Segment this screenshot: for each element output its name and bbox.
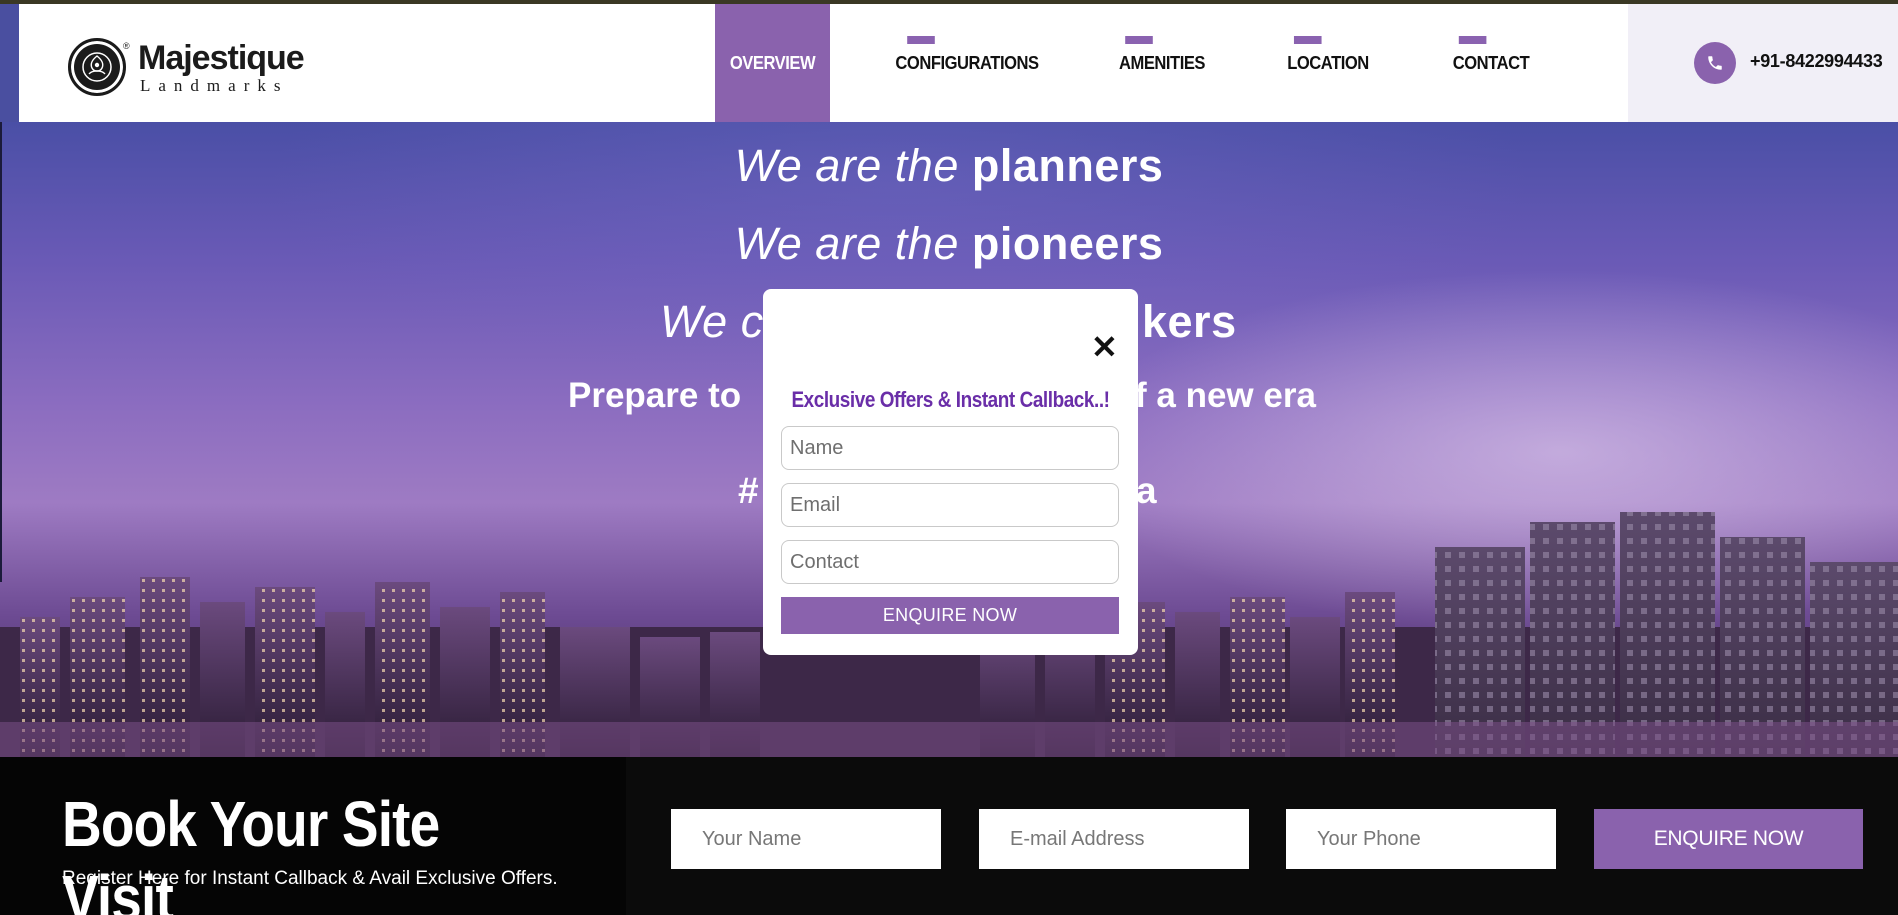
hero-line-3-right: kers bbox=[1142, 296, 1237, 347]
nav-indicator bbox=[1293, 36, 1322, 44]
enquiry-modal: ✕ Exclusive Offers & Instant Callback..!… bbox=[763, 289, 1138, 655]
brand-name: Majestique bbox=[138, 38, 305, 77]
phone-contact[interactable]: +91-8422994433 bbox=[1628, 4, 1898, 122]
site-visit-heading-area: Book Your Site Visit Register Here for I… bbox=[0, 757, 626, 915]
nav-location-label: LOCATION bbox=[1287, 52, 1369, 73]
hero-line-1: We are the planners bbox=[0, 140, 1898, 192]
nav-indicator bbox=[1125, 36, 1153, 44]
site-visit-bar: Book Your Site Visit Register Here for I… bbox=[0, 757, 1898, 915]
hero-line-5-right: a bbox=[1136, 470, 1157, 511]
hero-line-4-left: Prepare to bbox=[568, 376, 742, 415]
modal-contact-field[interactable] bbox=[781, 540, 1119, 584]
logo-emblem-icon: ® bbox=[68, 38, 130, 96]
nav-location[interactable]: LOCATION bbox=[1287, 4, 1369, 122]
booking-enquire-button[interactable]: ENQUIRE NOW bbox=[1594, 809, 1863, 869]
modal-email-field[interactable] bbox=[781, 483, 1119, 527]
nav-configurations-label: CONFIGURATIONS bbox=[895, 52, 1039, 73]
site-header: ® Majestique Landmarks OVERVIEW CONFIGUR… bbox=[0, 4, 1898, 122]
brand-subtitle: Landmarks bbox=[140, 75, 289, 95]
site-visit-title: Book Your Site Visit bbox=[62, 788, 440, 915]
nav-amenities-label: AMENITIES bbox=[1118, 52, 1206, 73]
brand-logo[interactable]: ® Majestique Landmarks bbox=[68, 38, 305, 96]
header-left-strip bbox=[0, 4, 19, 122]
hero-line-2: We are the pioneers bbox=[0, 218, 1898, 270]
modal-name-field[interactable] bbox=[781, 426, 1119, 470]
registered-mark: ® bbox=[123, 41, 130, 51]
modal-enquire-button[interactable]: ENQUIRE NOW bbox=[781, 597, 1119, 634]
nav-indicator bbox=[1458, 36, 1487, 44]
nav-contact[interactable]: CONTACT bbox=[1453, 4, 1530, 122]
hero-line-4-right: f a new era bbox=[1135, 376, 1316, 415]
hero-line-5-left: # bbox=[738, 470, 759, 511]
nav-configurations[interactable]: CONFIGURATIONS bbox=[895, 4, 1039, 122]
phone-number[interactable]: +91-8422994433 bbox=[1750, 51, 1883, 72]
hero-line-1-italic: We are the bbox=[734, 140, 959, 191]
nav-amenities[interactable]: AMENITIES bbox=[1119, 4, 1205, 122]
modal-title: Exclusive Offers & Instant Callback..! bbox=[791, 387, 1110, 412]
booking-phone-input[interactable] bbox=[1286, 809, 1556, 869]
hero-line-3-left: We c bbox=[660, 296, 764, 347]
nav-contact-label: CONTACT bbox=[1452, 52, 1530, 73]
hero-line-2-bold: pioneers bbox=[971, 218, 1164, 269]
hero-line-2-italic: We are the bbox=[734, 218, 959, 269]
phone-icon bbox=[1694, 42, 1736, 84]
nav-indicator bbox=[907, 36, 935, 44]
booking-name-input[interactable] bbox=[671, 809, 941, 869]
nav-overview[interactable]: OVERVIEW bbox=[715, 4, 830, 122]
close-icon[interactable]: ✕ bbox=[1091, 331, 1118, 363]
booking-email-input[interactable] bbox=[979, 809, 1249, 869]
nav-overview-label: OVERVIEW bbox=[729, 52, 816, 73]
hero-line-1-bold: planners bbox=[971, 140, 1164, 191]
site-visit-subtitle: Register Here for Instant Callback & Ava… bbox=[62, 868, 558, 889]
